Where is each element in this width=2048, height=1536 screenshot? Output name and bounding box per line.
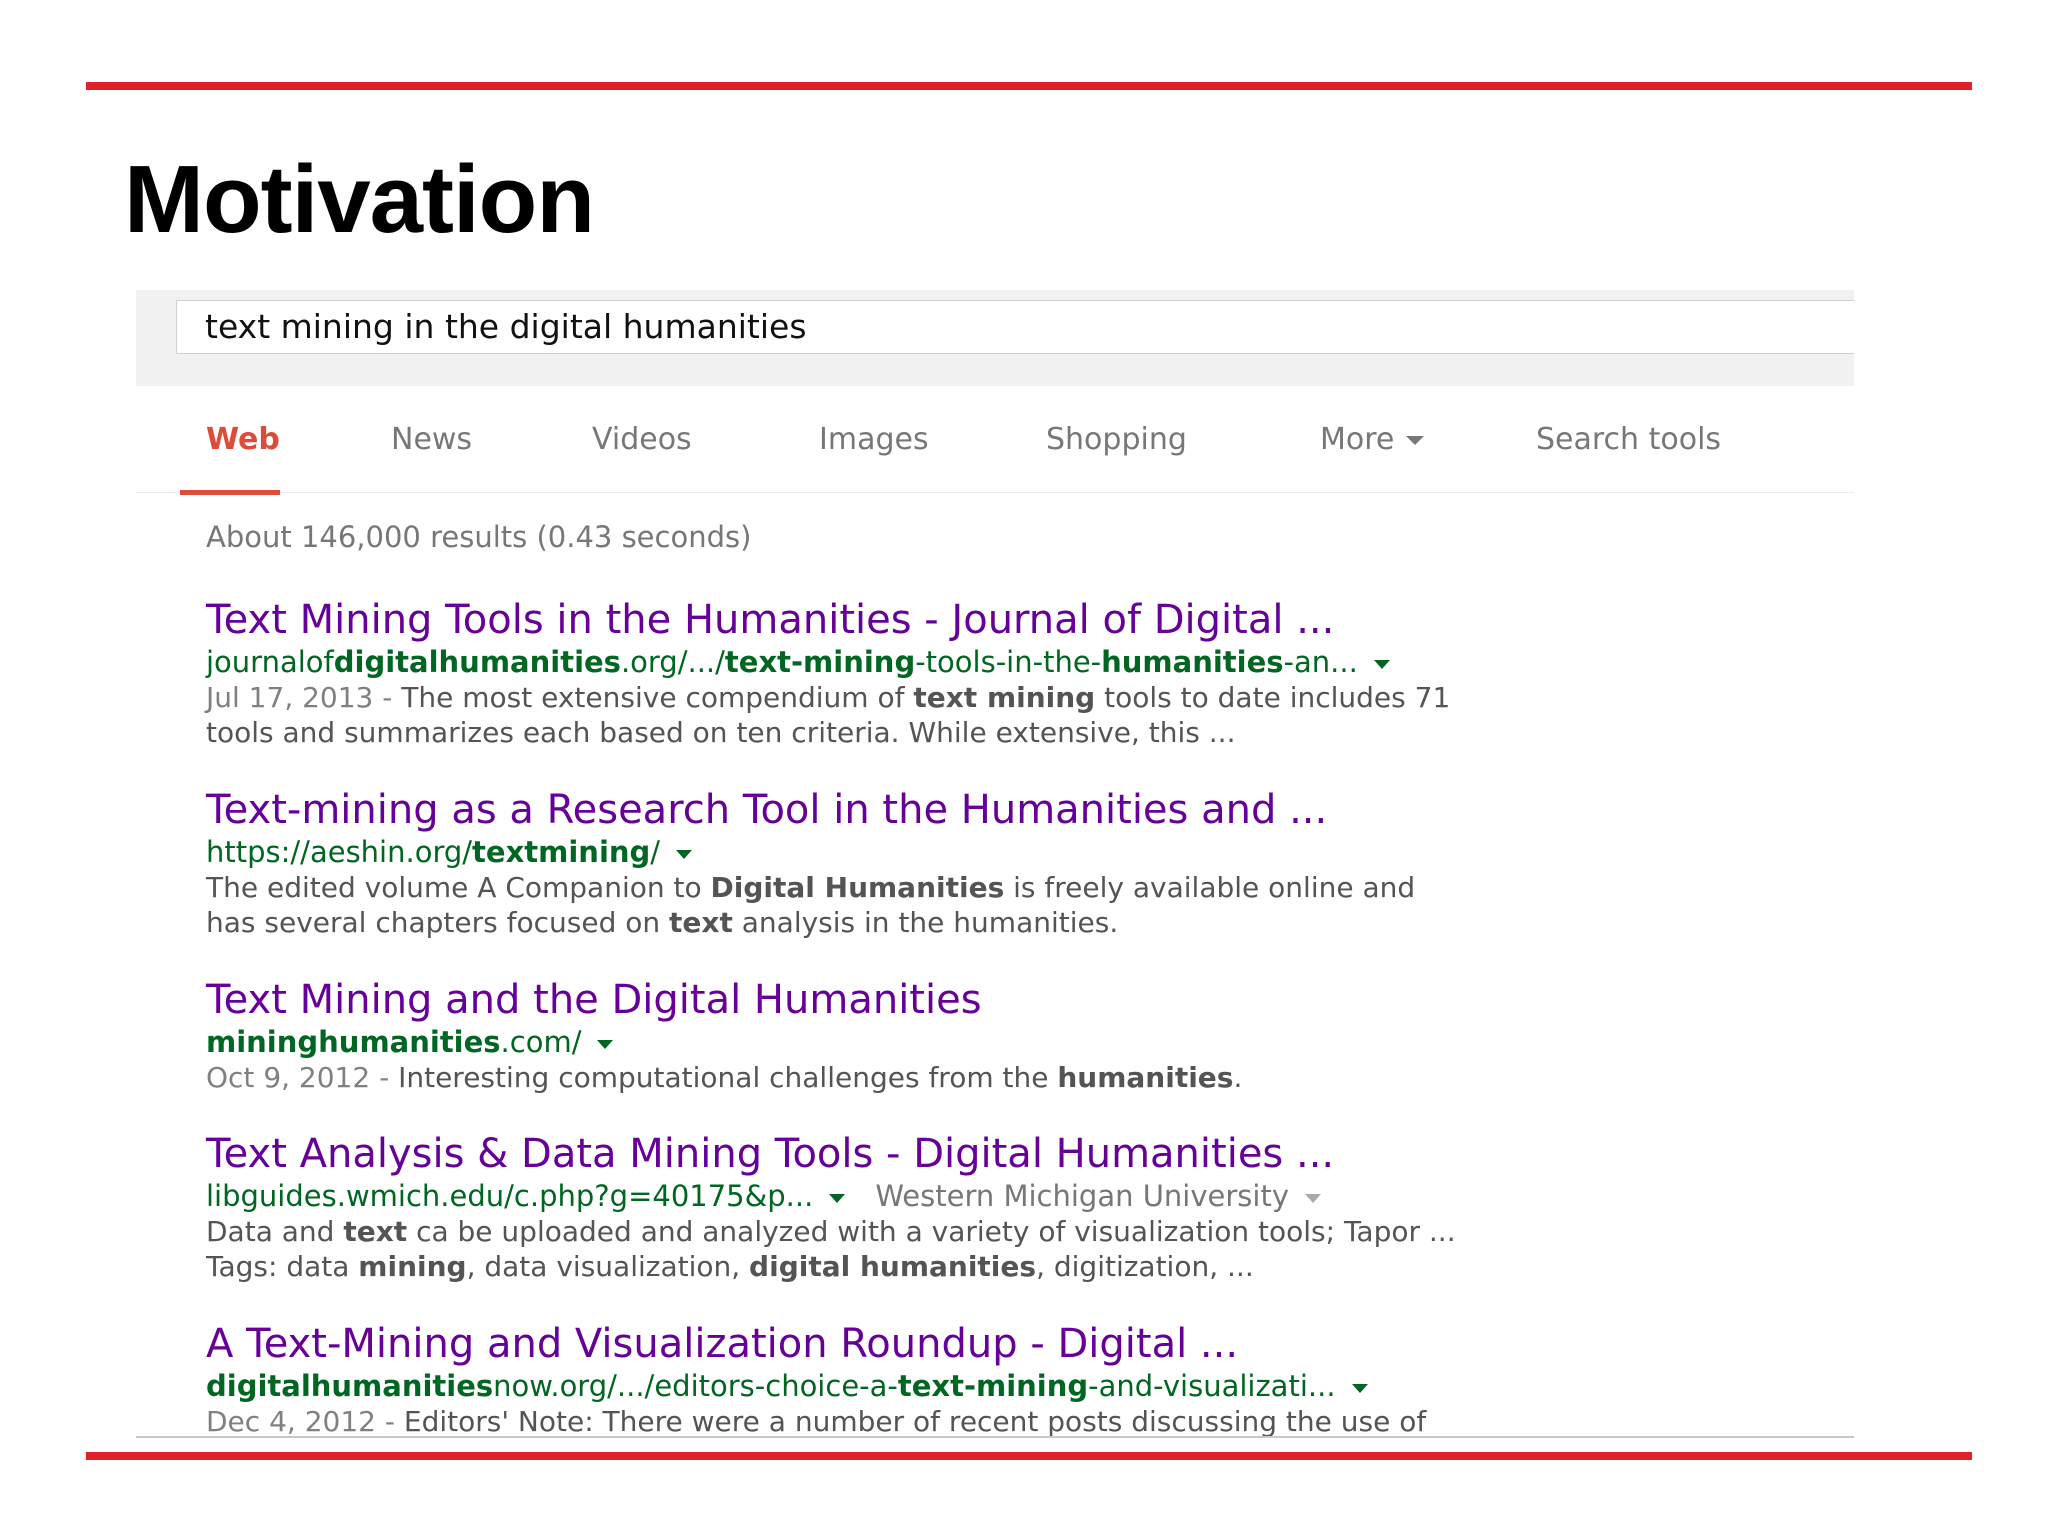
result-source: Western Michigan University	[875, 1179, 1289, 1213]
tab-videos[interactable]: Videos	[592, 422, 692, 457]
result-title-link[interactable]: Text Mining Tools in the Humanities - Jo…	[206, 596, 1826, 644]
search-result: A Text-Mining and Visualization Roundup …	[206, 1320, 1826, 1438]
tab-shopping[interactable]: Shopping	[1046, 422, 1187, 457]
tab-more-label: More	[1320, 422, 1395, 457]
search-result: Text Mining Tools in the Humanities - Jo…	[206, 596, 1826, 750]
result-tags: Tags: data mining, data visualization, d…	[206, 1250, 1254, 1283]
search-bar-area: text mining in the digital humanities	[136, 290, 1854, 386]
result-snippet: Dec 4, 2012 - Editors' Note: There were …	[206, 1405, 1427, 1438]
result-snippet: Data and text ca be uploaded and analyze…	[206, 1215, 1456, 1248]
result-url[interactable]: journalofdigitalhumanities.org/.../text-…	[206, 644, 1826, 680]
result-title-link[interactable]: Text Mining and the Digital Humanities	[206, 976, 1826, 1024]
tab-web[interactable]: Web	[206, 422, 280, 457]
search-result: Text Mining and the Digital Humanities m…	[206, 976, 1826, 1095]
result-snippet: The edited volume A Companion to Digital…	[206, 871, 1416, 904]
result-snippet: Oct 9, 2012 - Interesting computational …	[206, 1061, 1243, 1094]
search-result: Text Analysis & Data Mining Tools - Digi…	[206, 1130, 1826, 1284]
search-input[interactable]: text mining in the digital humanities	[176, 300, 1854, 354]
search-results-screenshot: text mining in the digital humanities We…	[136, 290, 1854, 1438]
url-dropdown-icon[interactable]	[1351, 1383, 1368, 1393]
result-url[interactable]: mininghumanities.com/	[206, 1024, 1826, 1060]
url-dropdown-icon[interactable]	[829, 1193, 846, 1203]
result-snippet: has several chapters focused on text ana…	[206, 906, 1119, 939]
slide-title: Motivation	[124, 146, 595, 253]
result-stats: About 146,000 results (0.43 seconds)	[206, 520, 752, 554]
result-snippet: Jul 17, 2013 - The most extensive compen…	[206, 681, 1451, 714]
tab-images[interactable]: Images	[819, 422, 929, 457]
bottom-accent-rule	[86, 1452, 1972, 1460]
url-dropdown-icon[interactable]	[676, 849, 693, 859]
url-dropdown-icon[interactable]	[1373, 659, 1390, 669]
result-url[interactable]: digitalhumanitiesnow.org/.../editors-cho…	[206, 1368, 1826, 1404]
search-result: Text-mining as a Research Tool in the Hu…	[206, 786, 1826, 940]
result-title-link[interactable]: A Text-Mining and Visualization Roundup …	[206, 1320, 1826, 1368]
chevron-down-icon	[1406, 436, 1425, 445]
url-dropdown-icon[interactable]	[597, 1039, 614, 1049]
result-snippet: tools and summarizes each based on ten c…	[206, 716, 1236, 749]
chevron-down-icon[interactable]	[1305, 1193, 1321, 1203]
result-url[interactable]: https://aeshin.org/textmining/	[206, 834, 1826, 870]
top-accent-rule	[86, 82, 1972, 90]
tab-more[interactable]: More	[1320, 422, 1425, 457]
tab-news[interactable]: News	[391, 422, 472, 457]
tab-search-tools[interactable]: Search tools	[1536, 422, 1721, 457]
active-tab-indicator	[180, 490, 280, 495]
result-url[interactable]: libguides.wmich.edu/c.php?g=40175&p... We…	[206, 1178, 1826, 1214]
result-title-link[interactable]: Text Analysis & Data Mining Tools - Digi…	[206, 1130, 1826, 1178]
result-title-link[interactable]: Text-mining as a Research Tool in the Hu…	[206, 786, 1826, 834]
search-tabs: Web News Videos Images Shopping More Sea…	[136, 386, 1854, 493]
